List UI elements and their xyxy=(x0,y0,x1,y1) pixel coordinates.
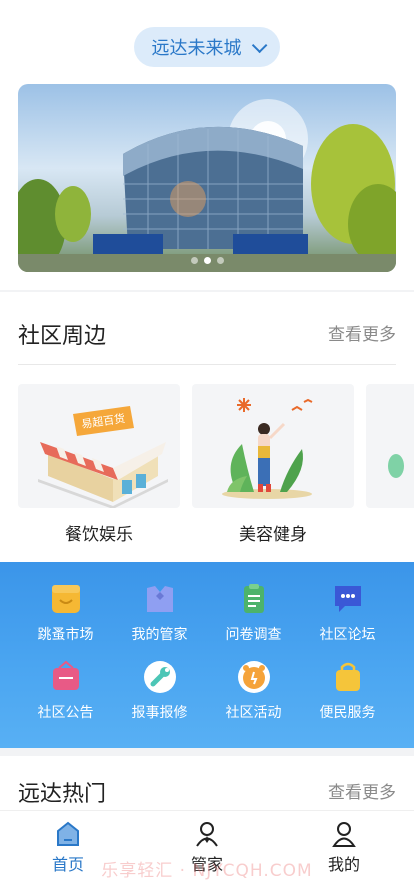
card-label: 餐饮娱乐 xyxy=(65,525,133,545)
bottom-nav: 首页 管家 我的 xyxy=(0,810,414,896)
butler-person-icon xyxy=(193,821,221,847)
service-label: 报事报修 xyxy=(131,705,188,721)
shop-icon xyxy=(49,582,83,616)
butler-icon xyxy=(143,582,177,616)
carousel-dots xyxy=(18,257,396,264)
service-repair[interactable]: 报事报修 xyxy=(108,660,211,722)
survey-icon xyxy=(237,582,271,616)
service-label: 社区公告 xyxy=(37,705,94,721)
view-more-link[interactable]: 查看更多 xyxy=(328,320,396,345)
section-title: 远达热门 xyxy=(18,782,107,807)
clock-icon xyxy=(237,660,271,694)
store-illustration: 易超百货 xyxy=(18,384,180,508)
carousel-dot[interactable] xyxy=(190,257,198,264)
section-title: 社区周边 xyxy=(18,324,107,349)
carousel-dot[interactable] xyxy=(216,257,224,264)
service-label: 社区论坛 xyxy=(319,627,376,643)
location-selector[interactable]: 远达未来城 xyxy=(134,27,280,67)
card-beauty-fitness[interactable]: 美容健身 xyxy=(192,384,354,545)
service-label: 便民服务 xyxy=(319,705,376,721)
service-flea-market[interactable]: 跳蚤市场 xyxy=(14,582,117,644)
banner-carousel[interactable] xyxy=(18,84,396,272)
location-label: 远达未来城 xyxy=(151,38,242,59)
header-area: 远达未来城 xyxy=(0,0,414,290)
service-label: 我的管家 xyxy=(131,627,188,643)
profile-icon xyxy=(330,821,358,847)
service-label: 问卷调查 xyxy=(225,627,282,643)
view-more-link[interactable]: 查看更多 xyxy=(328,778,396,803)
card-dining-entertainment[interactable]: 易超百货 餐饮娱乐 xyxy=(18,384,180,545)
carousel-dot-active[interactable] xyxy=(203,257,211,264)
service-notice[interactable]: 社区公告 xyxy=(14,660,117,722)
service-convenience[interactable]: 便民服务 xyxy=(296,660,399,722)
card-peek[interactable] xyxy=(366,384,414,508)
community-section: 社区周边 查看更多 易超百货 餐饮娱乐 美容健身 xyxy=(0,292,414,562)
chevron-down-icon xyxy=(251,37,267,53)
section-divider xyxy=(18,364,396,365)
service-label: 社区活动 xyxy=(225,705,282,721)
forum-icon xyxy=(331,582,365,616)
notice-icon xyxy=(49,660,83,694)
watermark: 乐享轻汇 · NJYCQH.COM xyxy=(101,861,313,881)
service-activity[interactable]: 社区活动 xyxy=(202,660,305,722)
bag-icon xyxy=(331,660,365,694)
fitness-illustration xyxy=(192,384,354,508)
card-label: 美容健身 xyxy=(239,525,307,545)
service-my-butler[interactable]: 我的管家 xyxy=(108,582,211,644)
banner-image xyxy=(18,99,396,272)
service-forum[interactable]: 社区论坛 xyxy=(296,582,399,644)
wrench-icon xyxy=(143,660,177,694)
services-grid: 跳蚤市场 我的管家 问卷调查 社区论坛 社区公告 报事报修 社区活动 便民服务 xyxy=(0,562,414,748)
service-label: 跳蚤市场 xyxy=(37,627,94,643)
home-icon xyxy=(54,821,82,847)
service-survey[interactable]: 问卷调查 xyxy=(202,582,305,644)
